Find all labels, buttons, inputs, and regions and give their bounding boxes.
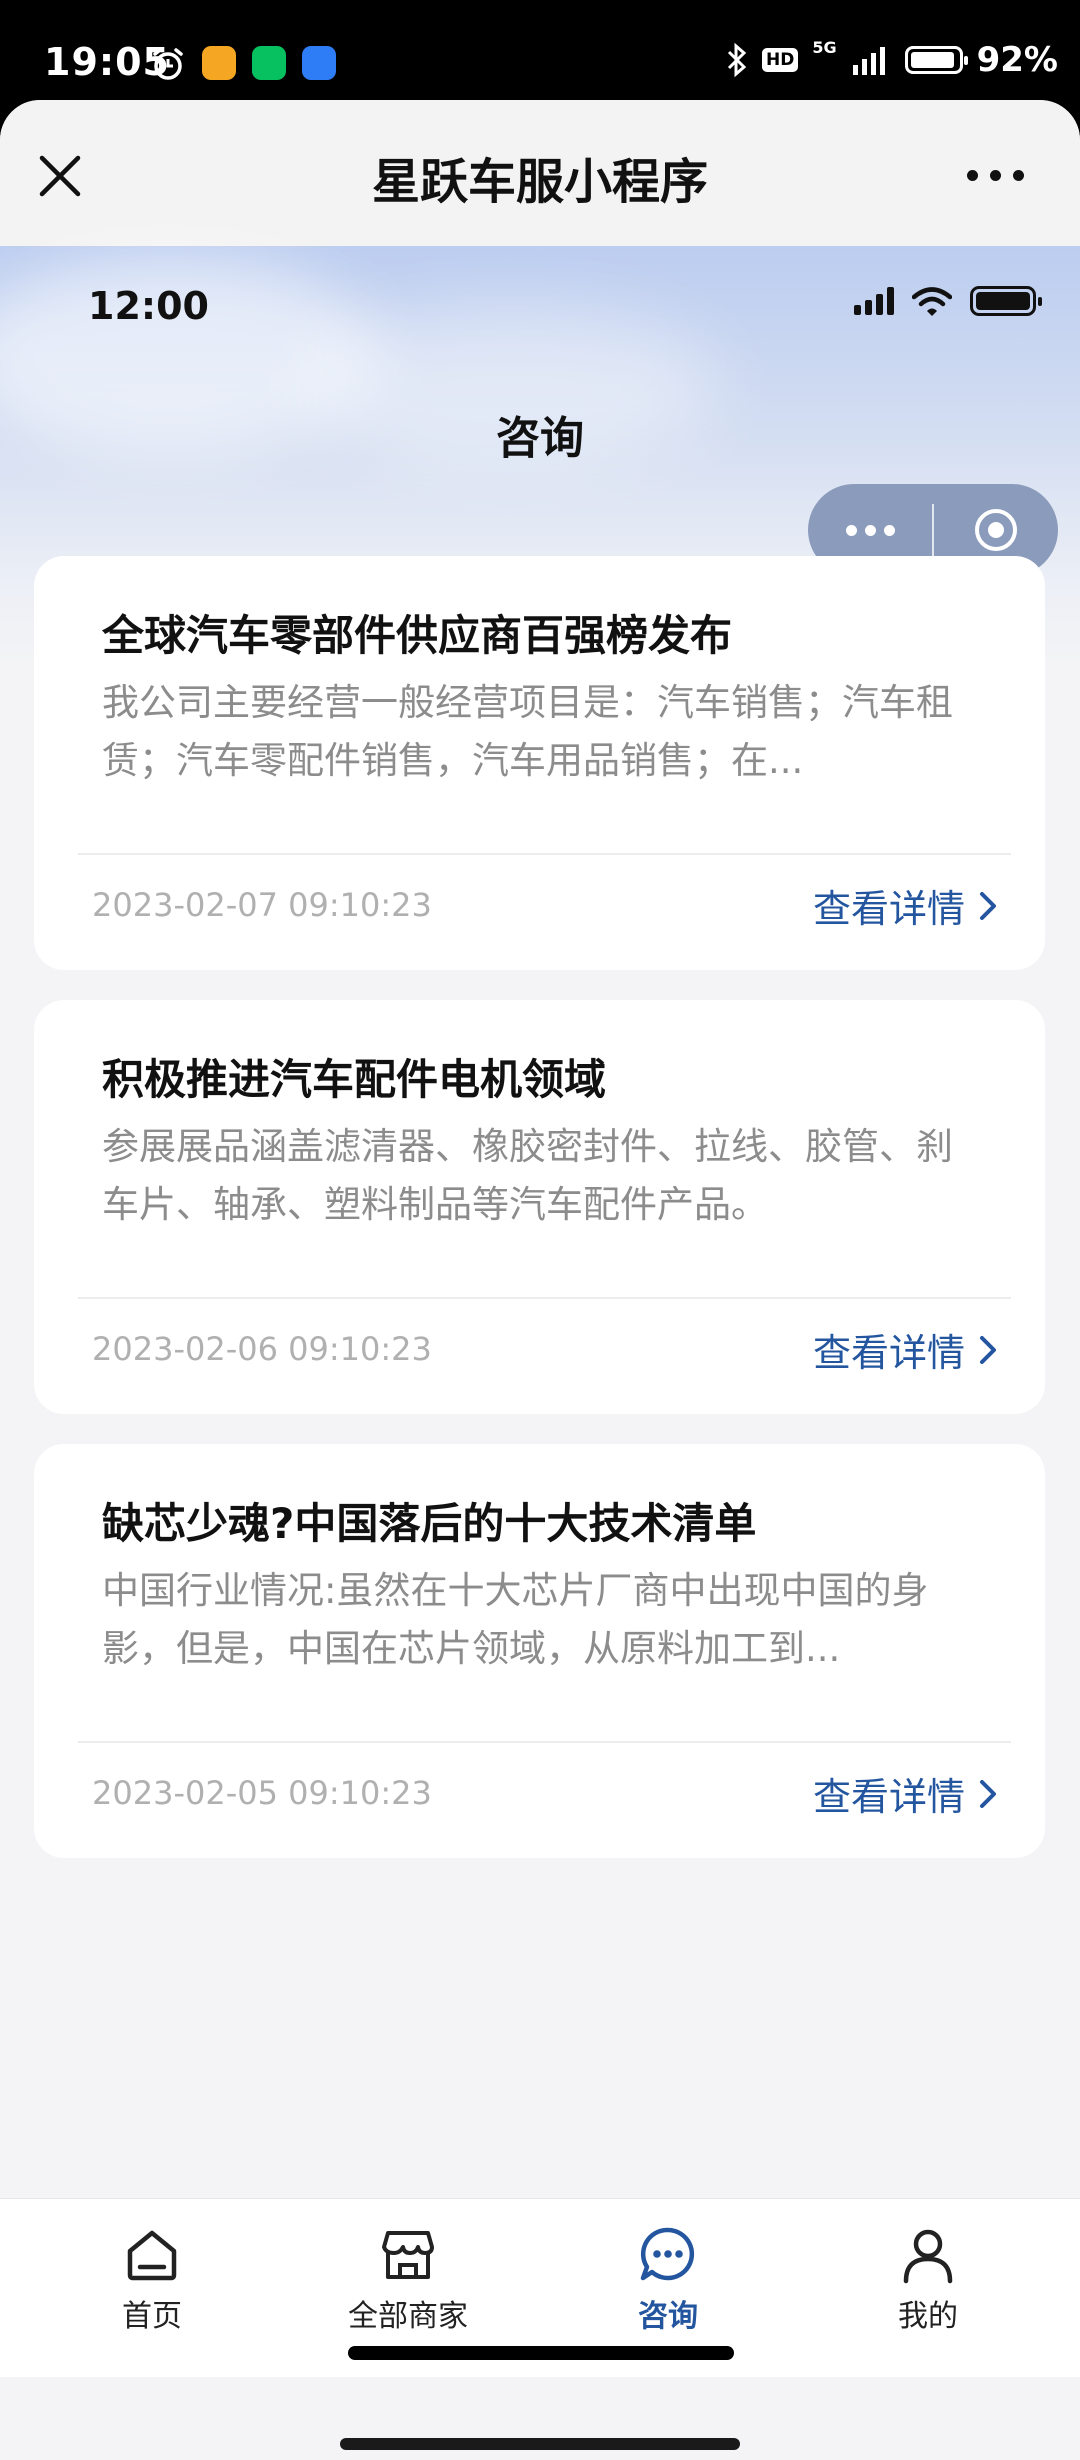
home-indicator [348, 2346, 734, 2360]
bluetooth-icon [727, 42, 747, 78]
divider [78, 1297, 1011, 1299]
miniprogram-frame: 星跃车服小程序 12:00 咨询 全球汽车零部件供应商百强榜发布 我公司主要经营… [0, 100, 1080, 2460]
chevron-right-icon [980, 1779, 996, 1808]
chat-icon [640, 2227, 695, 2281]
article-title: 积极推进汽车配件电机领域 [102, 1055, 607, 1104]
view-details-link[interactable]: 查看详情 [813, 1766, 997, 1821]
store-icon [382, 2231, 434, 2279]
article-card[interactable]: 全球汽车零部件供应商百强榜发布 我公司主要经营一般经营项目是：汽车销售；汽车租赁… [34, 556, 1045, 970]
notification-app-icon [202, 46, 236, 80]
wifi-icon [912, 287, 952, 316]
battery-icon [970, 286, 1042, 316]
view-details-label: 查看详情 [812, 1775, 965, 1819]
divider [78, 853, 1011, 855]
target-icon [975, 509, 1017, 551]
inner-status-icons [854, 286, 1042, 316]
article-date: 2023-02-05 09:10:23 [92, 1774, 432, 1812]
more-dot [967, 170, 978, 181]
notification-app-icon [302, 46, 336, 80]
article-summary: 中国行业情况:虽然在十大芯片厂商中出现中国的身影，但是，中国在芯片领域，从原料加… [102, 1569, 929, 1670]
article-card[interactable]: 缺芯少魂?中国落后的十大技术清单 中国行业情况:虽然在十大芯片厂商中出现中国的身… [34, 1444, 1045, 1858]
view-details-label: 查看详情 [812, 887, 965, 931]
network-type: 5G [812, 38, 837, 57]
more-dot [1013, 170, 1024, 181]
system-status-right: HD 5G 92% [726, 40, 1058, 80]
tab-mine[interactable]: 我的 [828, 2199, 1028, 2377]
divider [78, 1741, 1011, 1743]
battery-icon [904, 46, 968, 74]
hd-badge: HD [762, 48, 799, 72]
battery-percent: 92% [976, 40, 1058, 80]
tab-home-label: 首页 [122, 2299, 182, 2334]
view-details-link[interactable]: 查看详情 [813, 1322, 997, 1377]
article-date: 2023-02-06 09:10:23 [92, 1330, 432, 1368]
more-menu-button[interactable] [967, 170, 1024, 181]
system-status-bar: 19:05 HD 5G 92% [0, 0, 1080, 100]
view-details-link[interactable]: 查看详情 [813, 878, 997, 933]
tab-home[interactable]: 首页 [52, 2199, 252, 2377]
wechat-icon [252, 46, 286, 80]
article-summary: 我公司主要经营一般经营项目是：汽车销售；汽车租赁；汽车零配件销售，汽车用品销售；… [102, 681, 953, 782]
user-icon [903, 2229, 953, 2284]
chevron-right-icon [980, 1335, 996, 1364]
view-details-label: 查看详情 [812, 1331, 965, 1375]
tab-consult-label: 咨询 [638, 2299, 698, 2334]
signal-icon [854, 287, 894, 315]
inner-status-time: 12:00 [88, 284, 209, 328]
miniprogram-title: 星跃车服小程序 [371, 154, 708, 210]
miniprogram-header: 星跃车服小程序 [0, 100, 1080, 247]
article-card[interactable]: 积极推进汽车配件电机领域 参展展品涵盖滤清器、橡胶密封件、拉线、胶管、刹车片、轴… [34, 1000, 1045, 1414]
alarm-icon [153, 48, 183, 80]
tab-mine-label: 我的 [898, 2299, 958, 2334]
cell-signal-icon [852, 47, 885, 75]
tab-all-stores-label: 全部商家 [348, 2299, 468, 2334]
system-gesture-bar [340, 2438, 740, 2450]
chevron-right-icon [980, 891, 996, 920]
page-title: 咨询 [496, 413, 584, 464]
article-title: 全球汽车零部件供应商百强榜发布 [102, 611, 733, 660]
article-summary: 参展展品涵盖滤清器、橡胶密封件、拉线、胶管、刹车片、轴承、塑料制品等汽车配件产品… [102, 1125, 953, 1226]
more-dot [990, 170, 1001, 181]
home-icon [127, 2230, 177, 2281]
article-date: 2023-02-07 09:10:23 [92, 886, 432, 924]
article-title: 缺芯少魂?中国落后的十大技术清单 [102, 1499, 757, 1548]
